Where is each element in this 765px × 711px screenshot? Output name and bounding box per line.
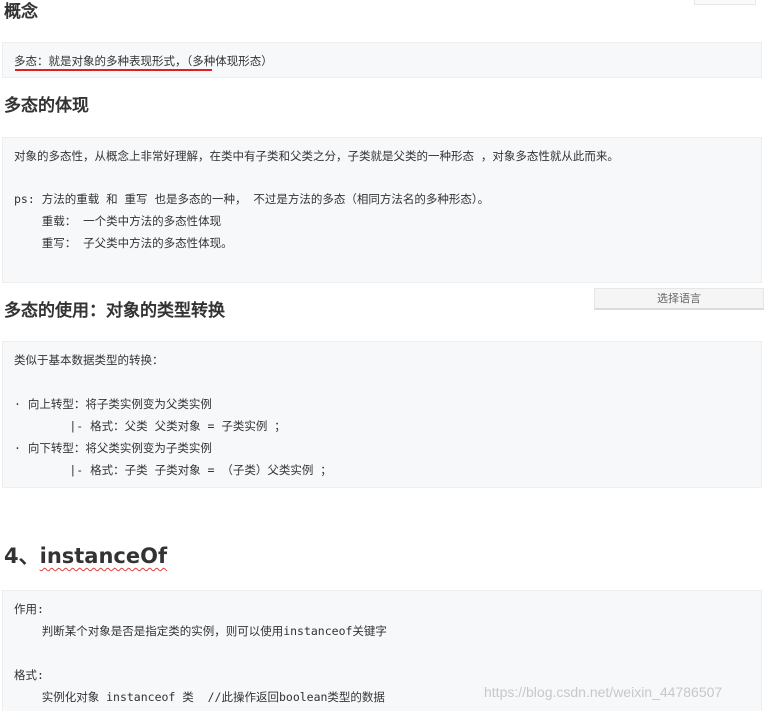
instanceof-line: 判断某个对象是否是指定类的实例，则可以使用instanceof关键字 — [14, 624, 387, 638]
embodiment-line: 对象的多态性，从概念上非常好理解，在类中有子类和父类之分，子类就是父类的一种形态… — [14, 149, 619, 163]
code-block-embodiment: 对象的多态性，从概念上非常好理解，在类中有子类和父类之分，子类就是父类的一种形态… — [2, 137, 762, 283]
heading-concept: 概念 — [4, 2, 38, 22]
heading-instanceof: 4、instanceOf — [4, 546, 167, 567]
top-tab-edge — [694, 0, 756, 5]
language-select-button[interactable]: 选择语言 — [594, 288, 764, 310]
instanceof-line: 实例化对象 instanceof 类 //此操作返回boolean类型的数据 — [14, 690, 385, 704]
usage-line: |- 格式：父类 父类对象 = 子类实例 ； — [14, 419, 286, 433]
usage-line: 类似于基本数据类型的转换： — [14, 353, 164, 367]
article-page: 概念 多态：就是对象的多种表现形式，（多种体现形态） 多态的体现 对象的多态性，… — [0, 0, 765, 711]
usage-line: · 向上转型：将子类实例变为父类实例 — [14, 397, 212, 411]
heading-usage: 多态的使用：对象的类型转换 — [4, 301, 225, 321]
usage-line: |- 格式：子类 子类对象 = （子类）父类实例 ； — [14, 463, 332, 477]
instanceof-line: 作用: — [14, 602, 44, 616]
embodiment-line: 重写： 子父类中方法的多态性体现。 — [14, 236, 233, 250]
heading-embodiment: 多态的体现 — [4, 96, 89, 116]
highlight-underline — [15, 69, 212, 71]
concept-line: 多态：就是对象的多种表现形式，（多种体现形态） — [14, 54, 273, 68]
heading-keyword: instanceOf — [39, 544, 168, 568]
usage-line: · 向下转型：将父类实例变为子类实例 — [14, 441, 212, 455]
watermark-url: https://blog.csdn.net/weixin_44786507 — [484, 684, 723, 700]
code-block-usage: 类似于基本数据类型的转换： · 向上转型：将子类实例变为父类实例 |- 格式：父… — [2, 341, 762, 488]
embodiment-line: ps: 方法的重载 和 重写 也是多态的一种， 不过是方法的多态（相同方法名的多… — [14, 192, 490, 206]
instanceof-line: 格式: — [14, 668, 44, 682]
code-block-concept: 多态：就是对象的多种表现形式，（多种体现形态） — [2, 42, 762, 78]
heading-number: 4、 — [4, 544, 40, 568]
embodiment-line: 重载： 一个类中方法的多态性体现 — [14, 214, 222, 228]
